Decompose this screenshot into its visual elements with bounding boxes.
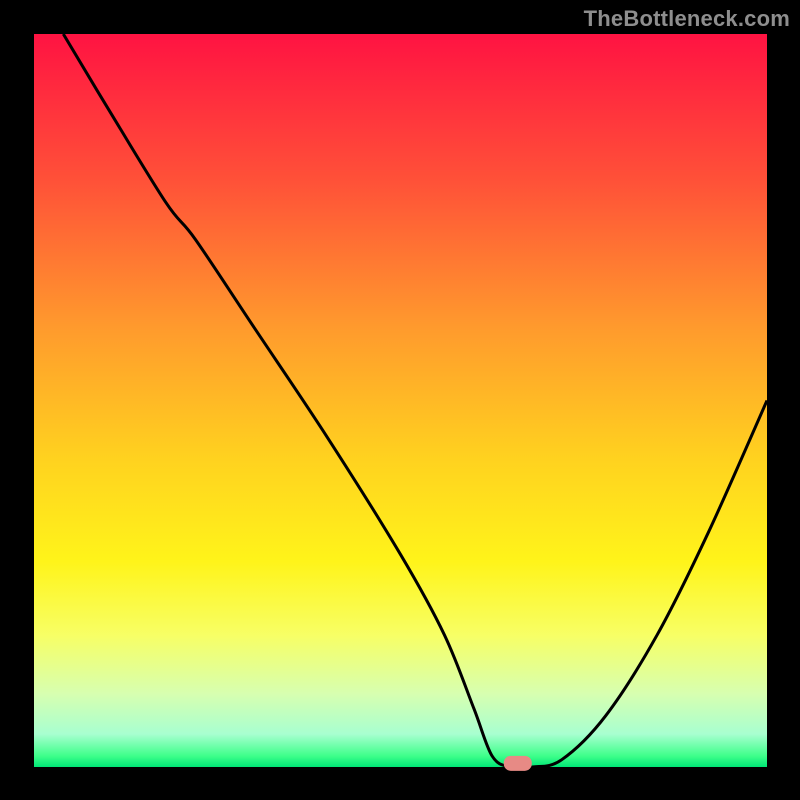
chart-frame: { "watermark": "TheBottleneck.com", "col… <box>0 0 800 800</box>
bottleneck-chart <box>0 0 800 800</box>
watermark-text: TheBottleneck.com <box>584 6 790 32</box>
optimal-point-marker <box>504 756 532 771</box>
gradient-background <box>34 34 767 767</box>
